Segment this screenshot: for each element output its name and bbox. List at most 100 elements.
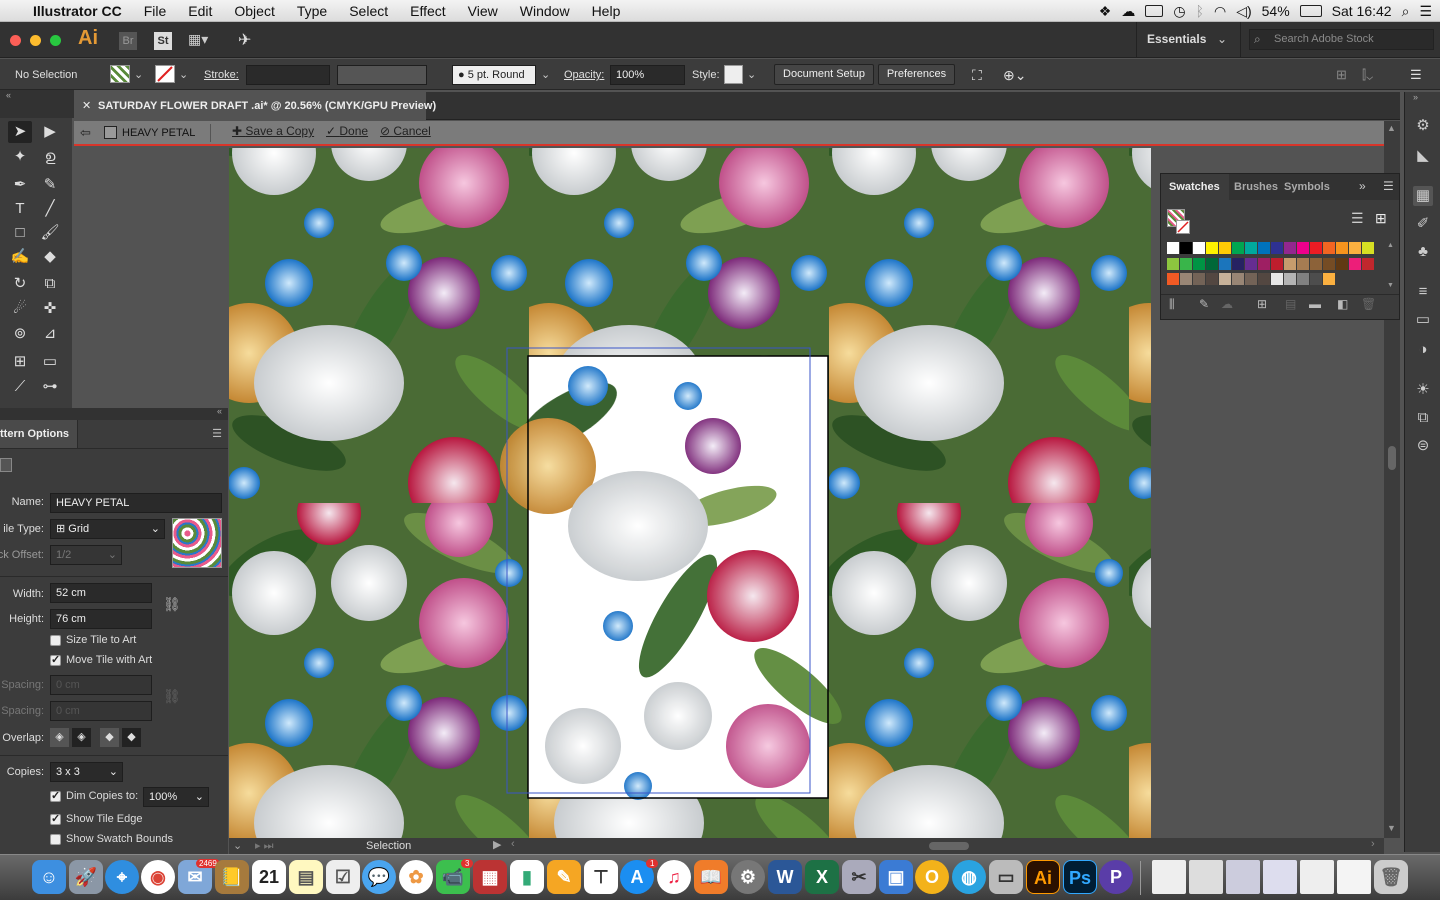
swatch-chip[interactable] <box>1258 242 1270 254</box>
scale-tool-icon[interactable]: ⧉ <box>38 273 62 295</box>
gradient-dock-icon[interactable]: ▭ <box>1413 310 1433 330</box>
blend-tool-icon[interactable]: ⊶ <box>38 376 62 398</box>
swatch-chip[interactable] <box>1206 273 1218 286</box>
swatch-chip[interactable] <box>1284 273 1296 286</box>
word-icon[interactable]: W <box>768 860 802 894</box>
stroke-swatch[interactable] <box>155 65 175 83</box>
creative-cloud-icon[interactable]: ☁ <box>1121 3 1135 20</box>
o-app-icon[interactable]: O <box>915 860 949 894</box>
swatch-chip[interactable] <box>1310 273 1322 286</box>
keynote-podium-icon[interactable]: ⊤ <box>584 860 618 894</box>
swatch-chip[interactable] <box>1167 242 1179 254</box>
pattern-name-field[interactable]: HEAVY PETAL <box>50 493 222 513</box>
opacity-field[interactable]: 100% <box>610 65 685 85</box>
excel-icon[interactable]: X <box>805 860 839 894</box>
bridge-button[interactable]: Br <box>119 32 137 50</box>
swatch-chip[interactable] <box>1284 242 1296 254</box>
shaper-tool-icon[interactable]: ✍ <box>8 246 32 268</box>
document-setup-button[interactable]: Document Setup <box>774 64 874 85</box>
illustrator-dock-icon[interactable]: Ai <box>1026 860 1060 894</box>
back-arrow-icon[interactable]: ⇦ <box>80 125 91 141</box>
dim-copies-checkbox[interactable] <box>50 789 61 802</box>
zoom-dropdown-icon[interactable]: ⌄ <box>233 839 242 852</box>
width-field[interactable]: 52 cm <box>50 583 152 603</box>
expand-dock-icon[interactable]: » <box>1413 92 1418 102</box>
delete-swatch-icon[interactable]: 🗑 <box>1361 297 1376 311</box>
lasso-tool-icon[interactable]: ഉ <box>38 146 62 168</box>
type-tool-icon[interactable]: T <box>8 198 32 220</box>
pattern-options-tab[interactable]: ttern Options <box>0 420 78 448</box>
swatches-menu-icon[interactable]: ☰ <box>1383 179 1394 193</box>
swatch-chip[interactable] <box>1167 273 1179 286</box>
swatch-chip[interactable] <box>1297 257 1309 270</box>
swatch-libraries-icon[interactable]: ⫼ <box>1169 297 1175 312</box>
menu-view[interactable]: View <box>457 3 509 19</box>
swatch-options-icon[interactable]: ▤ <box>1285 297 1296 311</box>
copies-select[interactable]: 3 x 3 ⌄ <box>50 762 123 782</box>
perspective-grid-tool-icon[interactable]: ⊿ <box>38 323 62 345</box>
arrange-documents-icon[interactable]: ▦▾ <box>188 31 208 48</box>
stroke-dropdown-icon[interactable]: ⌄ <box>179 65 188 85</box>
photo-booth-icon[interactable]: ▦ <box>473 860 507 894</box>
swatch-chip[interactable] <box>1180 242 1192 254</box>
brush-dropdown-icon[interactable]: ⌄ <box>541 65 550 85</box>
save-a-copy-button[interactable]: ✚ Save a Copy <box>232 124 314 138</box>
current-tool-status[interactable]: Selection <box>366 840 411 852</box>
itunes-icon[interactable]: ♫ <box>657 860 691 894</box>
document-stack-3-icon[interactable] <box>1226 860 1260 894</box>
swatch-scroll-down-icon[interactable]: ▼ <box>1387 282 1394 289</box>
menu-file[interactable]: File <box>133 3 178 19</box>
height-field[interactable]: 76 cm <box>50 609 152 629</box>
tab-symbols[interactable]: Symbols <box>1284 181 1330 193</box>
document-tab[interactable]: ✕ SATURDAY FLOWER DRAFT .ai* @ 20.56% (C… <box>74 92 436 120</box>
swatch-chip[interactable] <box>1323 257 1335 270</box>
document-stack-6-icon[interactable] <box>1337 860 1371 894</box>
launchpad-icon[interactable]: 🚀 <box>69 860 103 894</box>
v-spacing-field[interactable]: 0 cm <box>50 701 152 721</box>
artboard-nav-icon[interactable]: ▸ ⏭ <box>255 839 273 853</box>
tab-swatches[interactable]: Swatches <box>1161 174 1229 200</box>
swatch-chip[interactable] <box>1232 257 1244 270</box>
menu-window[interactable]: Window <box>509 3 581 19</box>
gradient-tool-icon[interactable]: ▭ <box>38 351 62 373</box>
document-stack-5-icon[interactable] <box>1300 860 1334 894</box>
swatch-chip[interactable] <box>1206 242 1218 254</box>
distribute-icon[interactable]: ⫿⌄ <box>1362 65 1373 85</box>
shape-builder-tool-icon[interactable]: ⊚ <box>8 323 32 345</box>
swatch-chip[interactable] <box>1349 242 1361 254</box>
dropbox-icon[interactable]: ❖ <box>1099 3 1112 20</box>
preferences-button[interactable]: Preferences <box>878 64 955 85</box>
fill-swatch[interactable] <box>110 65 130 83</box>
swatch-chip[interactable] <box>1232 242 1244 254</box>
link-proportions-icon[interactable]: ⛓ <box>163 596 181 613</box>
expand-panel-icon[interactable]: » <box>1359 179 1366 193</box>
curvature-tool-icon[interactable]: ✎ <box>38 174 62 196</box>
appearance-dock-icon[interactable]: ☀ <box>1413 380 1433 400</box>
swatch-chip[interactable] <box>1310 242 1322 254</box>
symbols-dock-icon[interactable]: ♣ <box>1413 242 1433 262</box>
contacts-icon[interactable]: 📒 <box>215 860 249 894</box>
align-icon[interactable]: ⊞ <box>1336 65 1347 85</box>
zoom-window-button[interactable] <box>50 35 61 46</box>
brick-offset-select[interactable]: 1/2 ⌄ <box>50 545 122 565</box>
swatch-chip[interactable] <box>1219 242 1231 254</box>
network-icon[interactable]: ◍ <box>952 860 986 894</box>
swatch-chip[interactable] <box>1258 257 1270 270</box>
show-swatch-kinds-icon[interactable]: ⊞ <box>1257 297 1267 311</box>
swatch-chip[interactable] <box>1323 242 1335 254</box>
ibooks-icon[interactable]: 📖 <box>694 860 728 894</box>
properties-icon[interactable]: ◣ <box>1413 146 1433 166</box>
swatch-chip[interactable] <box>1245 257 1257 270</box>
isolate-object-icon[interactable]: ⛶ <box>972 65 982 85</box>
magic-wand-tool-icon[interactable]: ✦ <box>8 146 32 168</box>
libraries-icon[interactable]: ⚙ <box>1413 116 1433 136</box>
active-stroke-swatch[interactable] <box>1176 220 1190 234</box>
swatch-chip[interactable] <box>1245 242 1257 254</box>
menu-help[interactable]: Help <box>581 3 632 19</box>
transparency-dock-icon[interactable]: ◑ <box>1413 340 1433 360</box>
collapse-panel-icon[interactable]: « <box>217 406 222 416</box>
document-stack-4-icon[interactable] <box>1263 860 1297 894</box>
fill-dropdown-icon[interactable]: ⌄ <box>134 65 143 85</box>
system-preferences-icon[interactable]: ⚙ <box>731 860 765 894</box>
puppet-warp-tool-icon[interactable]: ✜ <box>38 298 62 320</box>
